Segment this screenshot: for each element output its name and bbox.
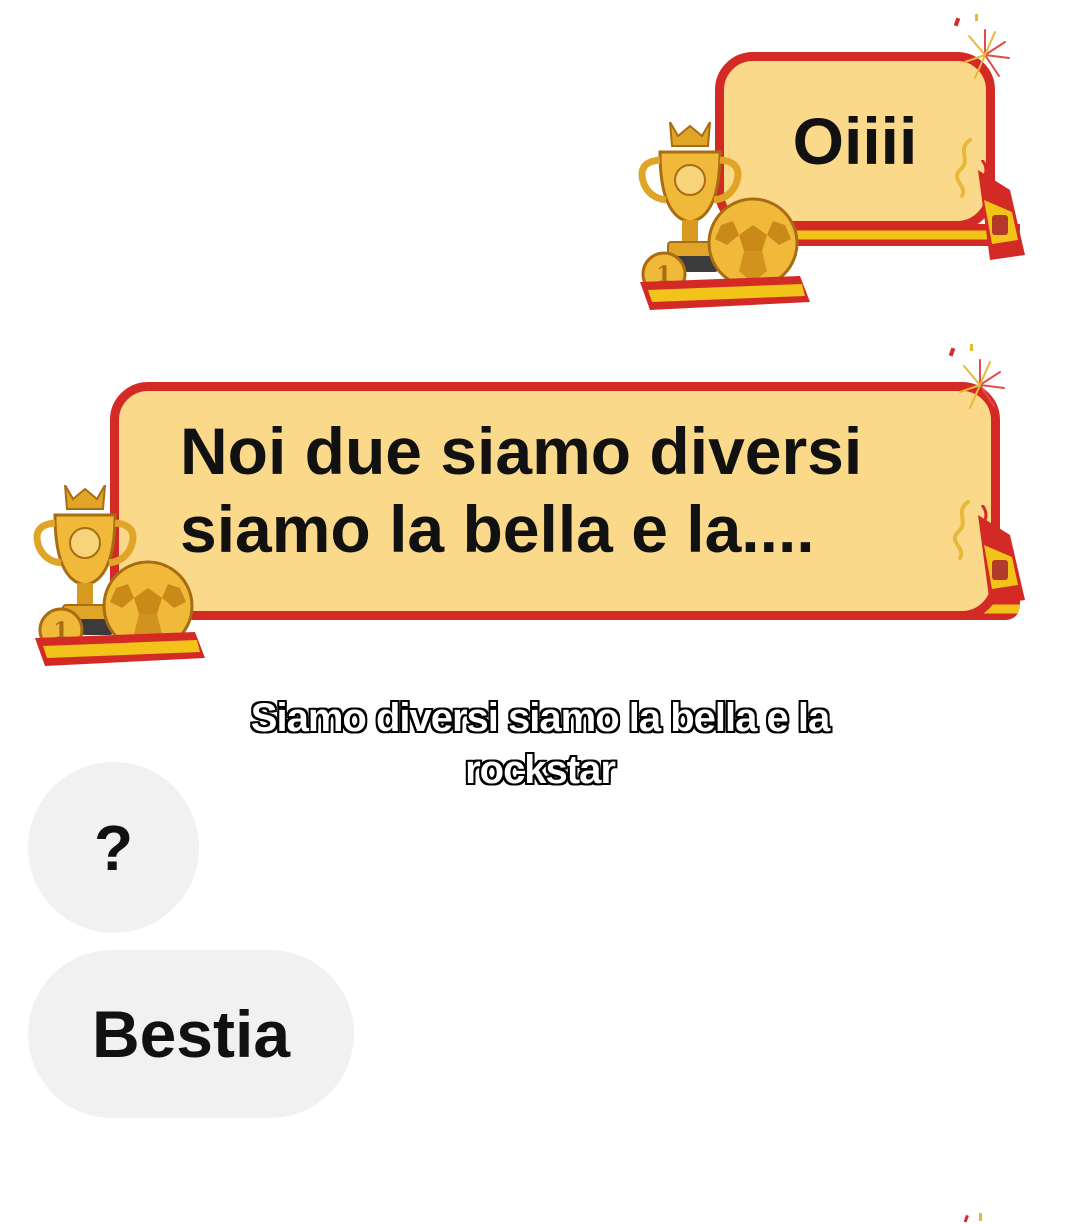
- received-message-bubble[interactable]: Bestia: [28, 950, 354, 1118]
- fireworks-icon: [953, 14, 1010, 79]
- message-text: ?: [93, 811, 134, 884]
- message-text: Bestia: [91, 997, 291, 1071]
- message-line: Noi due siamo diversi: [180, 414, 863, 488]
- message-line: siamo la bella e la....: [180, 492, 815, 566]
- message-text: Noi due siamo diversi siamo la bella e l…: [180, 412, 960, 568]
- sent-message-bubble[interactable]: Oiiii 1: [630, 10, 1050, 310]
- caption-line: rockstar: [465, 748, 616, 792]
- scarf-icon: [978, 505, 1025, 605]
- sent-message-bubble[interactable]: Noi due siamo diversi siamo la bella e l…: [25, 340, 1050, 670]
- scarf-icon: [640, 276, 810, 310]
- ribbon-icon: [954, 138, 972, 198]
- video-caption: Siamo diversi siamo la bella e la rockst…: [140, 692, 940, 796]
- fireworks-icon: [948, 344, 1005, 409]
- scarf-icon: [35, 632, 205, 666]
- received-message-bubble[interactable]: ?: [28, 762, 199, 933]
- scarf-icon: [978, 160, 1025, 260]
- caption-line: Siamo diversi siamo la bella e la: [250, 696, 830, 740]
- fireworks-icon: [963, 1213, 982, 1223]
